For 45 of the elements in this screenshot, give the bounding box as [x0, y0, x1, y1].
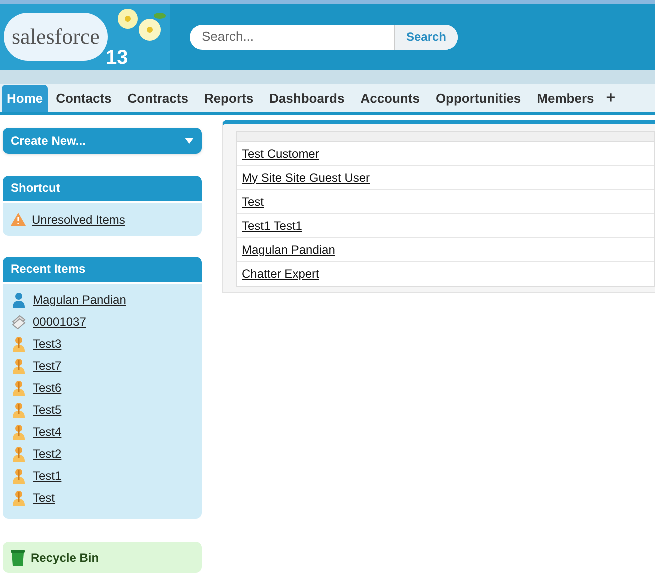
- shortcut-link[interactable]: Unresolved Items: [32, 210, 126, 228]
- lead-icon: [12, 424, 26, 440]
- recent-item-link[interactable]: Test2: [33, 445, 62, 463]
- recycle-bin-label: Recycle Bin: [31, 550, 100, 566]
- lead-icon: [12, 402, 26, 418]
- lead-icon: [12, 380, 26, 396]
- nav-tab[interactable]: Contracts: [120, 85, 196, 112]
- more-tabs[interactable]: +: [602, 85, 620, 112]
- recent-item-link[interactable]: Test1: [33, 467, 62, 485]
- nav-tab[interactable]: Contacts: [48, 85, 120, 112]
- release-number: 13: [106, 48, 128, 68]
- section-header: Recent Items: [3, 257, 202, 282]
- lead-icon: [12, 446, 26, 462]
- recent-item-link[interactable]: Test3: [33, 335, 62, 353]
- lead-icon: [12, 490, 26, 506]
- person-icon: [12, 292, 26, 308]
- recent-item-link[interactable]: 00001037: [33, 313, 86, 331]
- record-link[interactable]: Chatter Expert: [242, 265, 320, 283]
- recycle-bin-panel[interactable]: Recycle Bin: [3, 542, 202, 573]
- recent-item-link[interactable]: Test5: [33, 401, 62, 419]
- section-header: Shortcut: [3, 176, 202, 201]
- nav-tab[interactable]: Accounts: [352, 85, 428, 112]
- record-link[interactable]: My Site Site Guest User: [242, 168, 370, 186]
- record-link[interactable]: Test1 Test1: [242, 216, 302, 234]
- recent-item-link[interactable]: Magulan Pandian: [33, 291, 126, 309]
- lead-icon: [12, 358, 26, 374]
- nav-tab[interactable]: Opportunities: [428, 85, 530, 112]
- lead-icon: [12, 468, 26, 484]
- lead-icon: [12, 336, 26, 352]
- recent-item-link[interactable]: Test: [33, 489, 56, 507]
- caret-icon: [185, 138, 194, 144]
- trash-icon: [11, 550, 25, 566]
- nav-tab[interactable]: Members: [529, 85, 602, 112]
- record-link[interactable]: Test Customer: [242, 144, 320, 162]
- recent-item-link[interactable]: Test6: [33, 379, 62, 397]
- record-link[interactable]: Magulan Pandian: [242, 240, 336, 258]
- nav-tab[interactable]: Dashboards: [262, 85, 353, 112]
- search-input[interactable]: Search...: [190, 24, 394, 50]
- folder-stack-icon: [11, 314, 27, 330]
- warning-icon: [11, 213, 26, 226]
- nav-tab[interactable]: Reports: [196, 85, 262, 112]
- recent-item-link[interactable]: Test4: [33, 423, 62, 441]
- recent-item-link[interactable]: Test7: [33, 357, 62, 375]
- brand-name: salesforce: [12, 26, 100, 48]
- record-link[interactable]: Test: [242, 192, 264, 210]
